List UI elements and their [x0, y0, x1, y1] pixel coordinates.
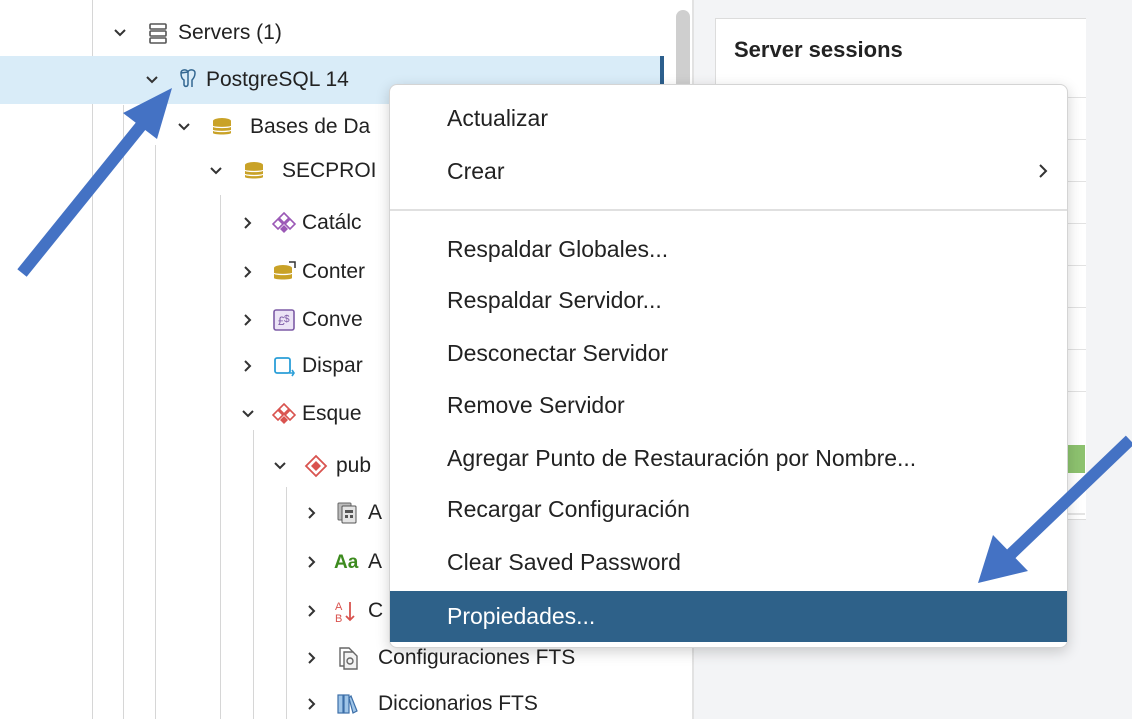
chevron-down-icon[interactable] [272, 458, 288, 474]
schema-public-icon [304, 454, 328, 478]
menu-item-label: Recargar Configuración [447, 496, 690, 522]
table-row-divider [1068, 391, 1086, 392]
sort-az-icon: A B [335, 601, 355, 623]
catalogs-icon [272, 211, 296, 233]
menu-item-label: Respaldar Globales... [447, 236, 669, 262]
database-icon [244, 162, 264, 179]
foreign-data-wrappers-icon: £ $ [273, 309, 295, 331]
tree-label: SECPROI [282, 159, 377, 182]
chevron-right-icon[interactable] [304, 554, 320, 570]
tree-label: Diccionarios FTS [378, 692, 538, 715]
menu-separator [390, 209, 1067, 211]
menu-item-label: Clear Saved Password [447, 549, 681, 575]
tree-label: Catálc [302, 211, 362, 234]
activity-graph-bar [1068, 445, 1085, 473]
menu-item-agregar-punto-restauracion[interactable]: Agregar Punto de Restauración por Nombre… [390, 436, 1067, 480]
chevron-right-icon[interactable] [304, 505, 320, 521]
chevron-right-icon[interactable] [240, 264, 256, 280]
context-menu: Actualizar Crear Respaldar Globales... R… [389, 84, 1068, 648]
menu-item-label: Agregar Punto de Restauración por Nombre… [447, 445, 917, 471]
chevron-right-icon[interactable] [304, 696, 320, 712]
chevron-down-icon[interactable] [144, 72, 160, 88]
aggregates-icon [337, 502, 357, 524]
menu-item-propiedades[interactable]: Propiedades... [390, 591, 1067, 642]
tree-label: Configuraciones FTS [378, 646, 576, 669]
menu-item-actualizar[interactable]: Actualizar [390, 96, 1067, 140]
tree-label: Servers (1) [178, 21, 282, 44]
table-row-divider [1068, 97, 1086, 98]
chevron-down-icon[interactable] [176, 119, 192, 135]
tree-label: A [368, 550, 383, 573]
fts-dictionaries-icon [337, 694, 358, 714]
chevron-right-icon[interactable] [304, 603, 320, 619]
databases-icon [212, 118, 232, 135]
table-row-divider [1068, 139, 1086, 140]
chevron-right-icon[interactable] [240, 312, 256, 328]
tree-label: PostgreSQL 14 [206, 68, 349, 91]
chevron-down-icon[interactable] [112, 25, 128, 41]
tree-label: Bases de Da [250, 115, 371, 138]
tree-label: Esque [302, 402, 362, 425]
menu-item-crear[interactable]: Crear [390, 149, 1067, 193]
menu-item-remove-servidor[interactable]: Remove Servidor [390, 383, 1067, 427]
tree-row-fts-dictionaries[interactable]: Diccionarios FTS [0, 683, 664, 719]
table-row-divider [1068, 181, 1086, 182]
menu-item-clear-saved-password[interactable]: Clear Saved Password [390, 540, 1067, 584]
chevron-down-icon[interactable] [240, 406, 256, 422]
chevron-right-icon[interactable] [304, 650, 320, 666]
tree-label: Conter [302, 260, 366, 283]
menu-item-label: Crear [447, 158, 505, 184]
server-sessions-title: Server sessions [734, 37, 903, 62]
table-row-divider [1068, 349, 1086, 350]
menu-item-desconectar-servidor[interactable]: Desconectar Servidor [390, 331, 1067, 375]
tree-label: A [368, 501, 383, 524]
menu-item-label: Actualizar [447, 105, 548, 131]
menu-item-label: Propiedades... [447, 603, 596, 629]
table-row-divider [1068, 265, 1086, 266]
menu-item-respaldar-servidor[interactable]: Respaldar Servidor... [390, 278, 1067, 322]
fts-configurations-icon [339, 647, 358, 670]
postgresql-elephant-icon [180, 69, 196, 88]
servers-icon [149, 23, 167, 44]
tree-label: Conve [302, 308, 363, 331]
chevron-right-icon[interactable] [240, 358, 256, 374]
menu-item-recargar-configuracion[interactable]: Recargar Configuración [390, 487, 1067, 531]
table-row-divider [1068, 223, 1086, 224]
table-row-divider [1068, 307, 1086, 308]
tree-label: C [368, 599, 384, 622]
menu-item-label: Remove Servidor [447, 392, 625, 418]
svg-text:A: A [335, 601, 343, 613]
chevron-right-icon [1039, 164, 1048, 178]
svg-text:B: B [335, 613, 342, 623]
chevron-right-icon[interactable] [240, 215, 256, 231]
tree-label: Dispar [302, 354, 363, 377]
tree-row-servers[interactable]: Servers (1) [0, 12, 664, 54]
tree-label: pub [336, 454, 372, 477]
chevron-down-icon[interactable] [208, 163, 224, 179]
schemas-icon [272, 402, 296, 424]
menu-item-respaldar-globales[interactable]: Respaldar Globales... [390, 227, 1067, 271]
menu-item-label: Desconectar Servidor [447, 340, 669, 366]
event-triggers-icon [274, 357, 295, 377]
extensions-icon [273, 261, 296, 280]
collations-icon: Aa [334, 552, 359, 573]
svg-text:$: $ [284, 314, 290, 325]
menu-item-label: Respaldar Servidor... [447, 287, 662, 313]
